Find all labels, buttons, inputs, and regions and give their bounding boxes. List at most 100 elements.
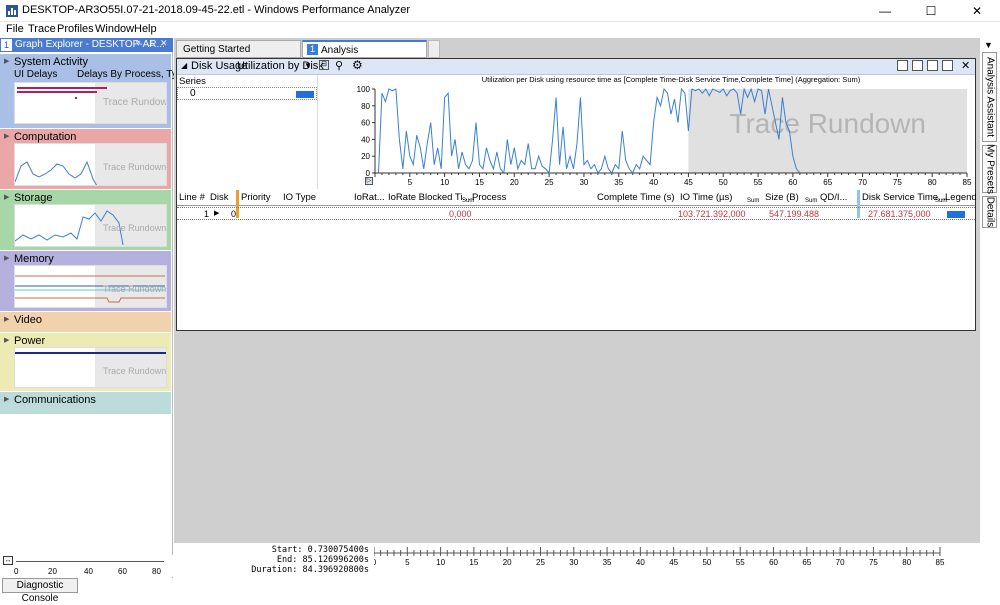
- table-row[interactable]: 1 ▶ 0 0,000 103.721.392,000 547.199.488 …: [177, 207, 975, 220]
- expand-arrow-icon[interactable]: ▶: [4, 315, 9, 323]
- gear-icon[interactable]: ⚙: [352, 58, 363, 72]
- close-button[interactable]: ✕: [954, 0, 1000, 22]
- legend-swatch: [947, 211, 965, 218]
- right-sidebar: ▼ Analysis Assistant My Presets Details: [980, 38, 1000, 578]
- x-tick-label: 55: [754, 178, 763, 187]
- power-line: [15, 352, 166, 354]
- layout-icon[interactable]: [897, 60, 908, 71]
- column-header-priority[interactable]: Priority: [241, 192, 271, 203]
- category-computation[interactable]: ▶ Computation Trace Rundown: [0, 129, 171, 189]
- expand-arrow-icon[interactable]: ▶: [4, 132, 9, 140]
- expand-arrow-icon[interactable]: ▶: [4, 336, 9, 344]
- pin-icon[interactable]: ⊥: [148, 38, 156, 49]
- close-icon[interactable]: ✕: [961, 59, 970, 72]
- x-tick-label: 50: [719, 178, 728, 187]
- graph-toolbar: ◢ Disk Usage Utilization by Disk ▼ ⊟ ⚲ ⚙…: [177, 58, 975, 75]
- ruler-tick-label: 0: [374, 558, 377, 567]
- start-value: 0.730075400s: [307, 545, 369, 555]
- thumbnail-memory[interactable]: Trace Rundown: [14, 265, 167, 308]
- chart-svg[interactable]: Utilization per Disk using resource time…: [319, 75, 975, 189]
- chart-table-toggle-icon[interactable]: ⊟: [319, 60, 329, 70]
- zoom-to-selection-icon[interactable]: ▷: [365, 177, 373, 185]
- column-header-legend[interactable]: Legend: [945, 192, 977, 203]
- thumbnail-storage[interactable]: Trace Rundown: [14, 204, 167, 247]
- delay-bar: [17, 87, 107, 89]
- series-row[interactable]: 0: [177, 87, 317, 100]
- ruler-tick-label: 20: [503, 558, 512, 567]
- expand-range-icon[interactable]: ↔: [3, 556, 13, 565]
- maximize-button[interactable]: ☐: [908, 0, 954, 22]
- expand-arrow-icon[interactable]: ▶: [4, 57, 9, 65]
- column-header-disk-service-time[interactable]: Disk Service Time...: [862, 192, 946, 203]
- column-header-io-time[interactable]: IO Time (µs): [680, 192, 732, 203]
- trace-rundown-label: Trace Rundown: [103, 366, 167, 376]
- timeline-ruler-svg[interactable]: 0 5 10 15 20 25 30 35 40 45 50 55 60 65 70 75 80 85: [374, 543, 974, 578]
- series-header: Series: [179, 76, 206, 87]
- diagnostic-console-button[interactable]: Diagnostic Console: [2, 578, 78, 604]
- expand-arrow-icon[interactable]: ▶: [4, 395, 9, 403]
- minimize-button[interactable]: —: [862, 0, 908, 22]
- menu-trace[interactable]: Trace: [28, 23, 56, 35]
- series-color-swatch[interactable]: [296, 91, 314, 98]
- x-tick-label: 25: [545, 178, 554, 187]
- cell-disk: 0: [231, 209, 237, 219]
- ruler-tick-label: 5: [405, 558, 410, 567]
- duration-label: Duration:: [251, 565, 298, 575]
- category-memory[interactable]: ▶ Memory Trace Rundown: [0, 251, 171, 311]
- column-header-iorate-blocked[interactable]: IoRate Blocked Ti...: [388, 192, 470, 203]
- search-icon[interactable]: ⚲: [335, 59, 343, 72]
- tab-my-presets[interactable]: My Presets: [982, 144, 997, 194]
- category-label: Power: [14, 335, 46, 347]
- layout-icon[interactable]: [912, 60, 923, 71]
- ruler-line: [16, 561, 164, 562]
- column-header-process[interactable]: Process: [472, 192, 506, 203]
- ruler-tick-label: 45: [669, 558, 678, 567]
- main-timeline[interactable]: Start: 0.730075400s End: 85.126996200s D…: [174, 543, 980, 578]
- thumbnail-power[interactable]: Trace Rundown: [14, 347, 167, 388]
- column-header-disk[interactable]: Disk: [210, 192, 228, 203]
- tab-analysis[interactable]: 1 Analysis: [302, 40, 427, 58]
- ruler-tick-label: 80: [902, 558, 911, 567]
- menu-profiles[interactable]: Profiles: [57, 23, 94, 35]
- maximize-view-icon[interactable]: [942, 60, 953, 71]
- category-power[interactable]: ▶ Power Trace Rundown: [0, 333, 171, 391]
- panel-number-badge: 1: [1, 39, 12, 51]
- menu-window[interactable]: Window: [95, 23, 134, 35]
- column-header-size[interactable]: Size (B): [765, 192, 799, 203]
- category-communications[interactable]: ▶ Communications: [0, 392, 171, 414]
- tab-getting-started[interactable]: Getting Started: [176, 40, 301, 58]
- vtab-label: Details: [984, 196, 995, 228]
- ruler-tick-label: 60: [769, 558, 778, 567]
- graph-explorer-title: Graph Explorer - DESKTOP-AR...: [15, 39, 165, 50]
- expand-arrow-icon[interactable]: ▶: [214, 209, 219, 217]
- timeline-start: Start: 0.730075400s: [174, 545, 369, 555]
- category-storage[interactable]: ▶ Storage Trace Rundown: [0, 190, 171, 250]
- column-header-qd[interactable]: QD/I...: [820, 192, 847, 203]
- menu-help[interactable]: Help: [134, 23, 157, 35]
- cell-line: 1: [204, 209, 210, 219]
- layout-icon[interactable]: [927, 60, 938, 71]
- close-icon[interactable]: ✕: [160, 38, 168, 49]
- column-header-io-type[interactable]: IO Type: [283, 192, 316, 203]
- graph-explorer-timeline[interactable]: ↔ 0 20 40 60 80: [0, 555, 173, 577]
- thumbnail-computation[interactable]: Trace Rundown: [14, 143, 167, 186]
- category-system-activity[interactable]: ▶ System Activity UI Delays Delays By Pr…: [0, 54, 188, 128]
- column-header-complete-time[interactable]: Complete Time (s): [597, 192, 675, 203]
- chevron-down-icon[interactable]: ▼: [984, 40, 993, 50]
- new-tab-button[interactable]: [428, 40, 440, 58]
- expand-arrow-icon[interactable]: ▶: [4, 193, 9, 201]
- category-video[interactable]: ▶ Video: [0, 312, 171, 332]
- column-header-iorate[interactable]: IoRat...: [354, 192, 385, 203]
- menu-file[interactable]: File: [6, 23, 24, 35]
- cell-iorate-blocked: 0,000: [449, 209, 472, 219]
- collapse-arrow-icon[interactable]: ◢: [181, 61, 187, 70]
- chevron-down-icon[interactable]: ▿: [136, 38, 141, 49]
- thumbnail-ui-delays[interactable]: Trace Rundown: [14, 82, 167, 124]
- chevron-down-icon[interactable]: ▼: [304, 61, 312, 70]
- expand-arrow-icon[interactable]: ▶: [4, 254, 9, 262]
- disk-utilization-chart[interactable]: Utilization per Disk using resource time…: [319, 75, 975, 189]
- tab-details[interactable]: Details: [982, 196, 997, 228]
- tab-label: Getting Started: [183, 44, 251, 55]
- tab-analysis-assistant[interactable]: Analysis Assistant: [982, 52, 997, 142]
- column-header-line[interactable]: Line #: [179, 192, 205, 203]
